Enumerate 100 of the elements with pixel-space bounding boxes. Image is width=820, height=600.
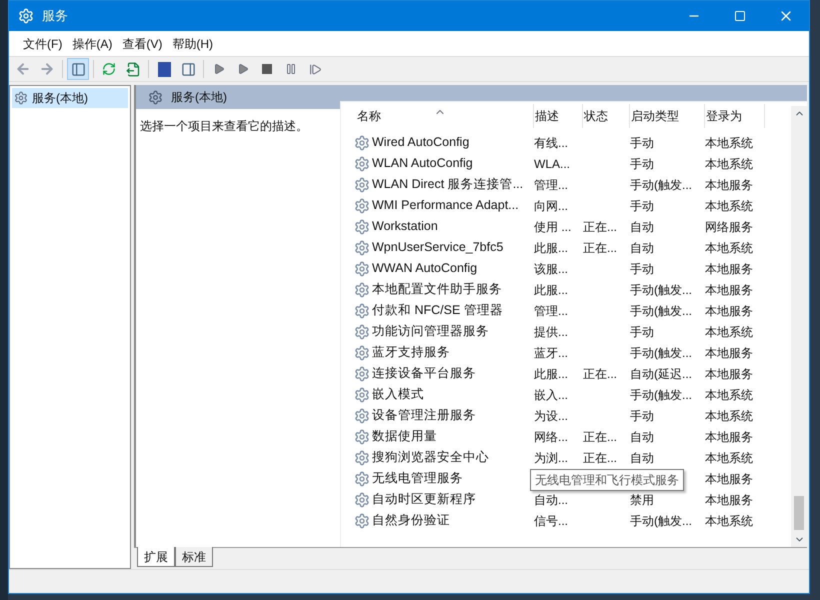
toolbar-button[interactable] [67, 58, 89, 80]
service-name[interactable]: Workstation [372, 217, 438, 236]
service-name[interactable]: 连接设备平台服务 [372, 364, 476, 383]
service-name[interactable]: WpnUserService_7bfc5 [372, 238, 504, 257]
table-cell-text: 嵌入... [534, 386, 570, 404]
gear-icon [354, 344, 370, 360]
table-cell-text: 此服... [534, 240, 570, 256]
column-header[interactable]: 启动类型 [630, 104, 705, 128]
view-tab[interactable]: 扩展 [137, 547, 175, 567]
table-cell-text: 本地系统 [705, 324, 754, 340]
table-cell-text: 手动(触发... [630, 386, 693, 404]
table-cell-text: 自动... [534, 492, 570, 508]
table-cell-text: 手动 [630, 156, 655, 172]
pane-title: 服务(本地) [171, 89, 227, 106]
table-cell-text: 本地服务 [705, 176, 754, 194]
table-cell-text: 本地服务 [705, 282, 754, 298]
view-tab[interactable]: 标准 [175, 547, 213, 567]
table-cell-text: 正在... [583, 240, 618, 256]
table-cell-text: 手动(触发... [630, 282, 693, 298]
tree-item[interactable]: 服务(本地) [12, 88, 128, 108]
column-header[interactable]: 登录为 [705, 104, 765, 128]
table-cell-text: 手动 [630, 260, 655, 278]
service-name[interactable]: 嵌入模式 [372, 385, 424, 404]
table-cell-text: 本地系统 [705, 450, 754, 466]
gear-icon [354, 324, 370, 340]
gear-icon [354, 260, 370, 276]
gear-icon [354, 386, 370, 402]
service-name[interactable]: 数据使用量 [372, 427, 437, 446]
description-text: 选择一个项目来查看它的描述。 [140, 119, 308, 133]
table-cell-text: 管理... [534, 302, 570, 320]
table-cell-text: 手动(触发... [630, 512, 693, 530]
gear-icon [354, 366, 370, 382]
table-cell-text: 正在... [583, 450, 618, 466]
play-icon [213, 63, 225, 75]
window-title: 服务 [42, 7, 69, 26]
table-cell-text: 手动 [630, 198, 655, 214]
table-cell-text: 提供... [534, 324, 570, 340]
column-header[interactable]: 状态 [583, 104, 630, 128]
gear-icon [354, 512, 370, 528]
table-cell-text: 为设... [534, 408, 570, 424]
service-name[interactable]: Wired AutoConfig [372, 133, 470, 152]
scroll-thumb[interactable] [794, 496, 804, 530]
column-header[interactable]: 名称 [356, 104, 534, 128]
service-name[interactable]: WWAN AutoConfig [372, 259, 478, 278]
gear-icon [354, 428, 370, 444]
gear-icon [354, 176, 370, 192]
gear-icon [354, 408, 370, 424]
pause-icon [285, 63, 297, 75]
table-cell-text: 本地服务 [705, 470, 754, 488]
table-cell-text: 正在... [583, 218, 618, 236]
menu-item[interactable]: 操作(A) [67, 34, 118, 52]
gear-icon [354, 240, 370, 256]
table-cell-text: 手动 [630, 134, 655, 152]
gear-icon [354, 134, 370, 150]
gear-icon [354, 470, 370, 486]
gear-icon [354, 198, 370, 214]
service-name[interactable]: WMI Performance Adapt... [372, 196, 519, 215]
table-cell-text: 本地系统 [705, 240, 754, 256]
service-name[interactable]: 蓝牙支持服务 [372, 343, 450, 362]
table-cell-text: 自动 [630, 428, 655, 446]
service-name[interactable]: 无线电管理服务 [372, 469, 463, 488]
gear-icon [354, 156, 370, 172]
service-name[interactable]: 设备管理注册服务 [372, 406, 476, 425]
table-cell-text: 本地系统 [705, 134, 754, 152]
service-name[interactable]: 本地配置文件助手服务 [372, 280, 502, 299]
play-icon [237, 63, 249, 75]
service-name[interactable]: 搜狗浏览器安全中心 [372, 448, 489, 467]
table-cell-text: 手动 [630, 408, 655, 424]
service-name[interactable]: 付款和 NFC/SE 管理器 [372, 301, 503, 320]
table-cell-text: 本地服务 [705, 302, 754, 320]
scrollbar[interactable] [791, 106, 807, 547]
service-name[interactable]: 自然身份验证 [372, 511, 450, 530]
refresh-icon [102, 62, 116, 76]
table-cell-text: 信号... [534, 512, 570, 530]
menu-item[interactable]: 文件(F) [18, 34, 68, 52]
gear-icon [18, 8, 34, 24]
menu-item[interactable]: 帮助(H) [167, 34, 218, 52]
table-cell-text: 此服... [534, 282, 570, 298]
gear-icon [354, 492, 370, 508]
column-header[interactable]: 描述 [534, 104, 583, 128]
gear-icon [354, 282, 370, 298]
export-list-icon [126, 62, 140, 76]
gear-icon [148, 90, 163, 104]
table-cell-text: 此服... [534, 366, 570, 382]
maximize-icon [734, 10, 746, 22]
menu-item[interactable]: 查看(V) [117, 34, 168, 52]
table-cell-text: 本地系统 [705, 386, 754, 404]
service-name[interactable]: WLAN Direct 服务连接管... [372, 175, 524, 194]
service-name[interactable]: 功能访问管理器服务 [372, 322, 489, 341]
table-cell-text: 手动(触发... [630, 176, 693, 194]
table-cell-text: 自动 [630, 450, 655, 466]
table-cell-text: 向网... [534, 198, 570, 214]
table-cell-text: 手动 [630, 324, 655, 340]
service-name[interactable]: WLAN AutoConfig [372, 154, 473, 173]
service-name[interactable]: 自动时区更新程序 [372, 490, 476, 509]
properties-panel-icon [180, 62, 196, 76]
table-cell-text: 本地服务 [705, 260, 754, 278]
table-cell-text: 手动(触发... [630, 344, 693, 362]
stop-icon [262, 64, 272, 74]
table-cell-text: 本地服务 [705, 344, 754, 362]
